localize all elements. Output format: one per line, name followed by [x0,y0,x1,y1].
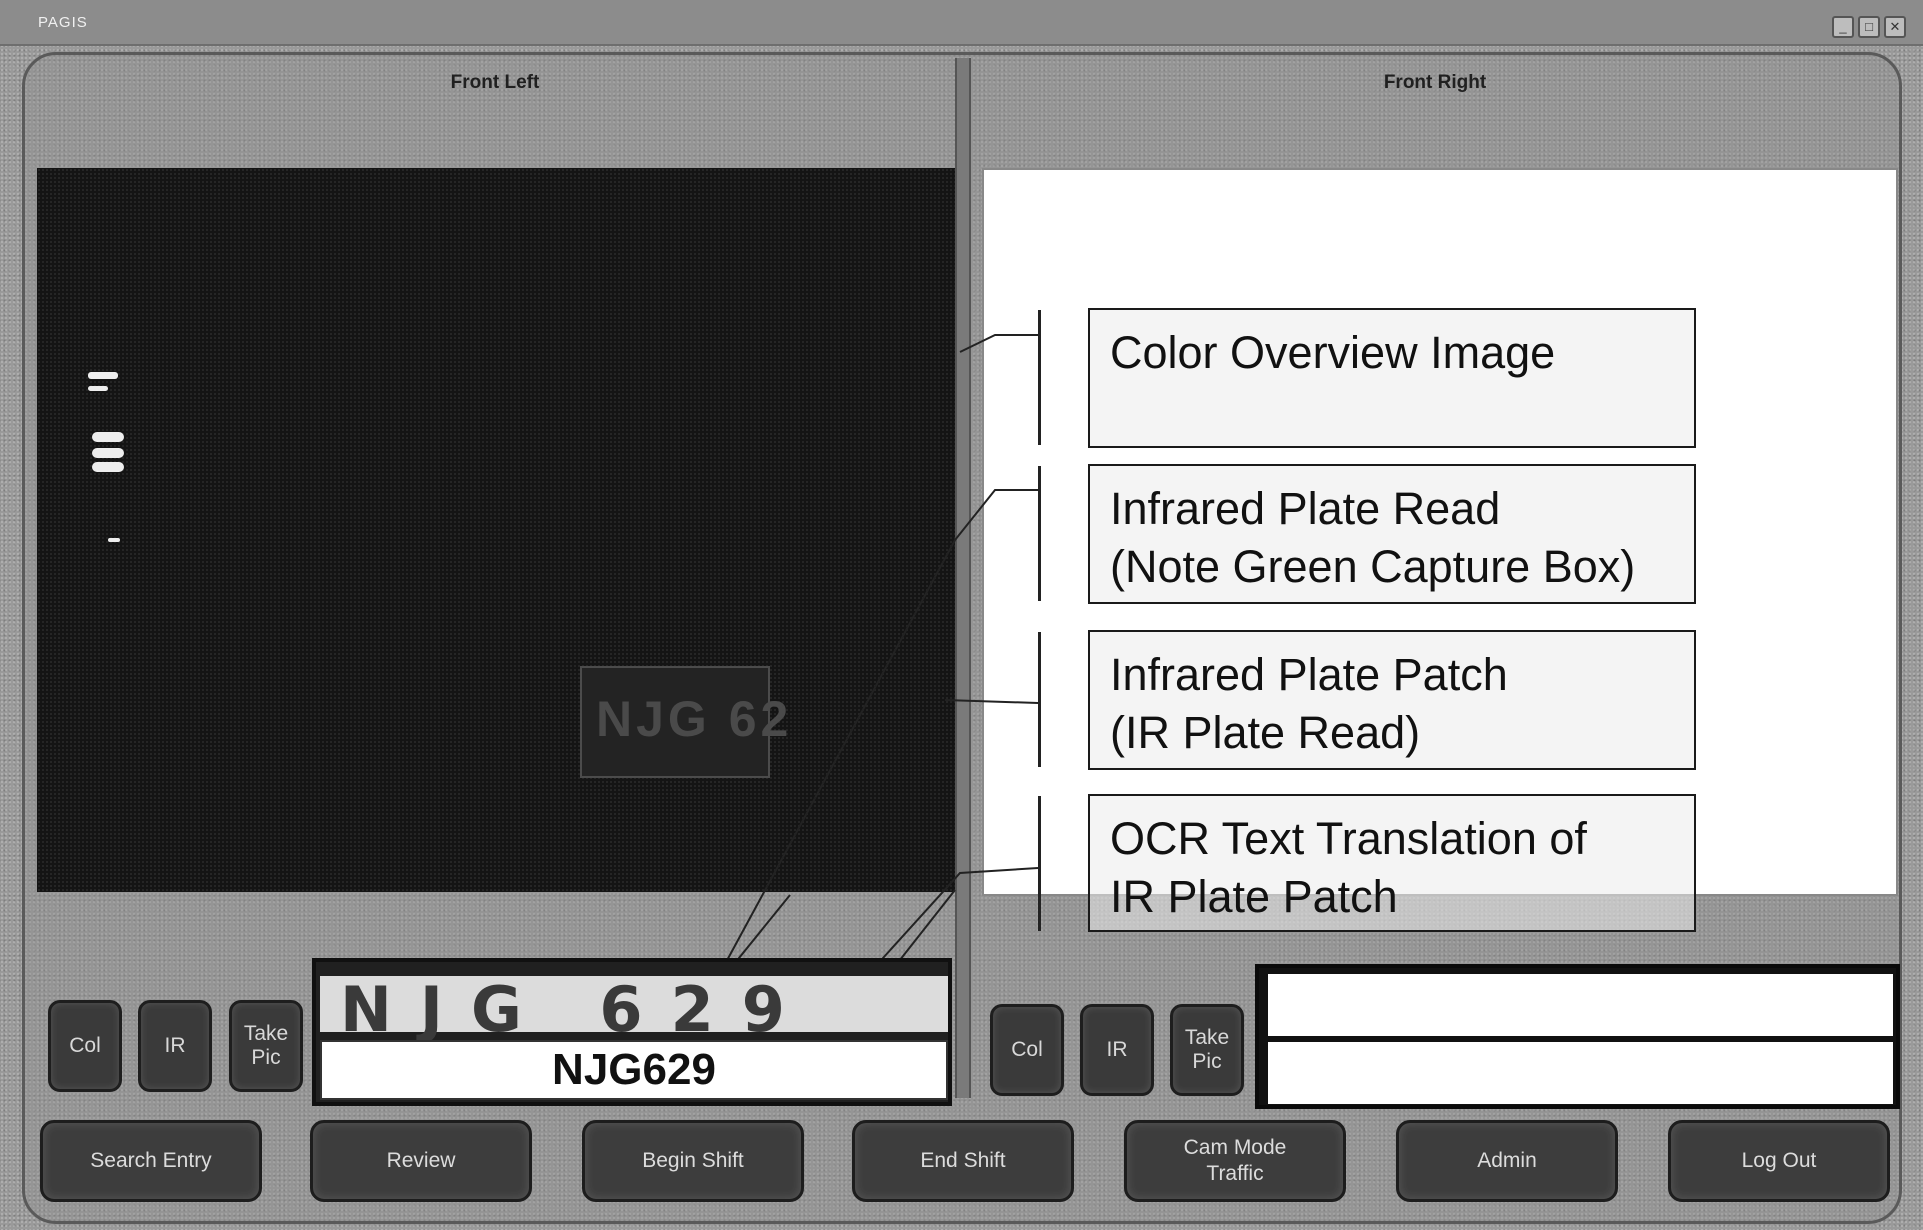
callout-ocr-text: OCR Text Translation of IR Plate Patch [1088,794,1696,932]
end-shift-button[interactable]: End Shift [852,1120,1074,1202]
callout-text: Infrared Plate Read [1110,483,1501,534]
callout-text: (Note Green Capture Box) [1110,541,1636,592]
window-title: PAGIS [38,14,88,31]
camera-label-front-left: Front Left [450,72,540,93]
right-col-button[interactable]: Col [990,1004,1064,1096]
maximize-button[interactable]: □ [1858,16,1880,38]
cam-mode-traffic-button[interactable]: Cam Mode Traffic [1124,1120,1346,1202]
admin-button[interactable]: Admin [1396,1120,1618,1202]
right-ocr-box [1268,1042,1893,1104]
search-entry-button[interactable]: Search Entry [40,1120,262,1202]
callout-bracket [1038,310,1041,445]
log-out-button[interactable]: Log Out [1668,1120,1890,1202]
callout-text: Color Overview Image [1110,327,1556,378]
title-bar [0,0,1923,46]
callout-bracket [1038,632,1041,767]
left-col-button[interactable]: Col [48,1000,122,1092]
callout-ir-plate-read: Infrared Plate Read (Note Green Capture … [1088,464,1696,604]
callout-text: IR Plate Patch [1110,871,1398,922]
panel-divider [955,58,971,1098]
image-artifact [92,448,124,458]
camera-label-front-right: Front Right [1383,72,1487,93]
minimize-button[interactable]: _ [1832,16,1854,38]
right-take-pic-button[interactable]: Take Pic [1170,1004,1244,1096]
callout-bracket [1038,796,1041,931]
left-ocr-text: NJG629 [552,1045,716,1094]
callout-bracket [1038,466,1041,601]
image-artifact [92,432,124,442]
image-artifact [88,386,108,391]
left-plate-patch-text: NJG 629 [340,973,813,1046]
right-plate-patch [1268,974,1893,1036]
left-ir-button[interactable]: IR [138,1000,212,1092]
close-button[interactable]: ✕ [1884,16,1906,38]
review-button[interactable]: Review [310,1120,532,1202]
image-artifact [88,372,118,379]
right-ir-button[interactable]: IR [1080,1004,1154,1096]
callout-text: OCR Text Translation of [1110,813,1587,864]
image-artifact [92,462,124,472]
callout-text: (IR Plate Read) [1110,707,1421,758]
begin-shift-button[interactable]: Begin Shift [582,1120,804,1202]
image-artifact [108,538,120,542]
callout-text: Infrared Plate Patch [1110,649,1508,700]
left-take-pic-button[interactable]: Take Pic [229,1000,303,1092]
ir-capture-plate-text: NJG 62 [596,691,793,747]
callout-color-overview: Color Overview Image [1088,308,1696,448]
callout-ir-plate-patch: Infrared Plate Patch (IR Plate Read) [1088,630,1696,770]
front-left-camera-image [37,168,955,892]
